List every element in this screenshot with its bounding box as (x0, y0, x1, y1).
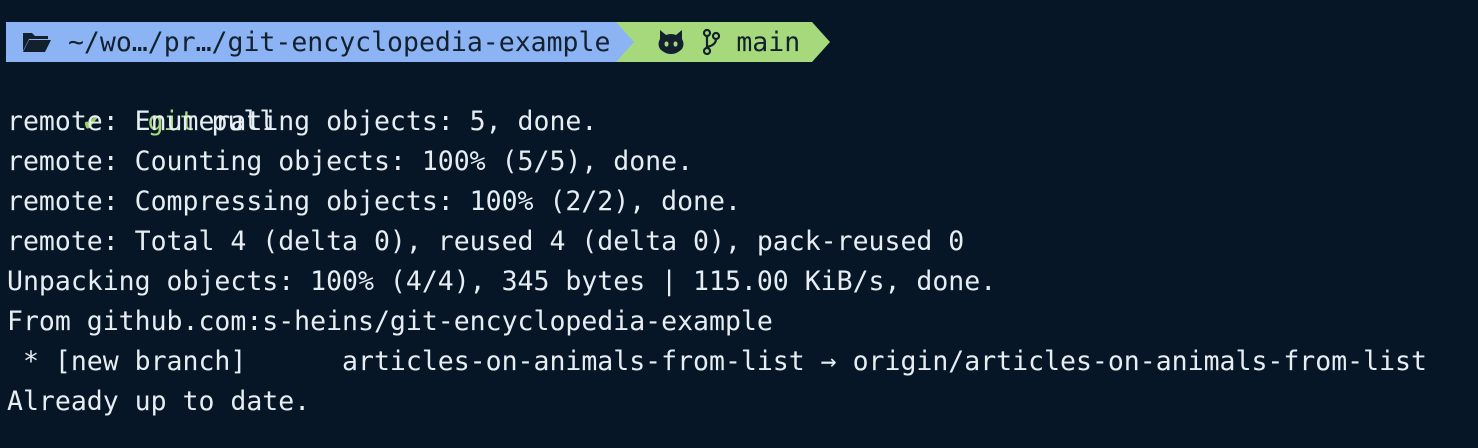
shell-prompt: ~/wo…/pr…/git-encyclopedia-example main (6, 22, 831, 62)
output-line: Unpacking objects: 100% (4/4), 345 bytes… (7, 266, 997, 297)
folder-open-icon (22, 30, 52, 54)
output-line: remote: Counting objects: 100% (5/5), do… (7, 146, 694, 177)
output-line: * [new branch] articles-on-animals-from-… (7, 346, 1427, 377)
git-branch-icon (702, 28, 721, 56)
prompt-end-separator (812, 22, 831, 62)
prompt-branch: main (736, 26, 801, 58)
prompt-separator (616, 22, 635, 62)
prompt-path: ~/wo…/pr…/git-encyclopedia-example (67, 26, 611, 58)
output-line: Already up to date. (7, 386, 311, 417)
prompt-git-segment: main (634, 22, 813, 62)
prompt-directory-segment: ~/wo…/pr…/git-encyclopedia-example (6, 22, 617, 62)
github-icon (656, 28, 686, 56)
output-line: remote: Compressing objects: 100% (2/2),… (7, 186, 741, 217)
terminal-window[interactable]: ~/wo…/pr…/git-encyclopedia-example main … (0, 0, 1478, 448)
command-line: ✔ git pull (20, 62, 276, 137)
output-line: remote: Enumerating objects: 5, done. (7, 106, 598, 137)
output-line: remote: Total 4 (delta 0), reused 4 (del… (7, 226, 965, 257)
output-line: From github.com:s-heins/git-encyclopedia… (7, 306, 773, 337)
